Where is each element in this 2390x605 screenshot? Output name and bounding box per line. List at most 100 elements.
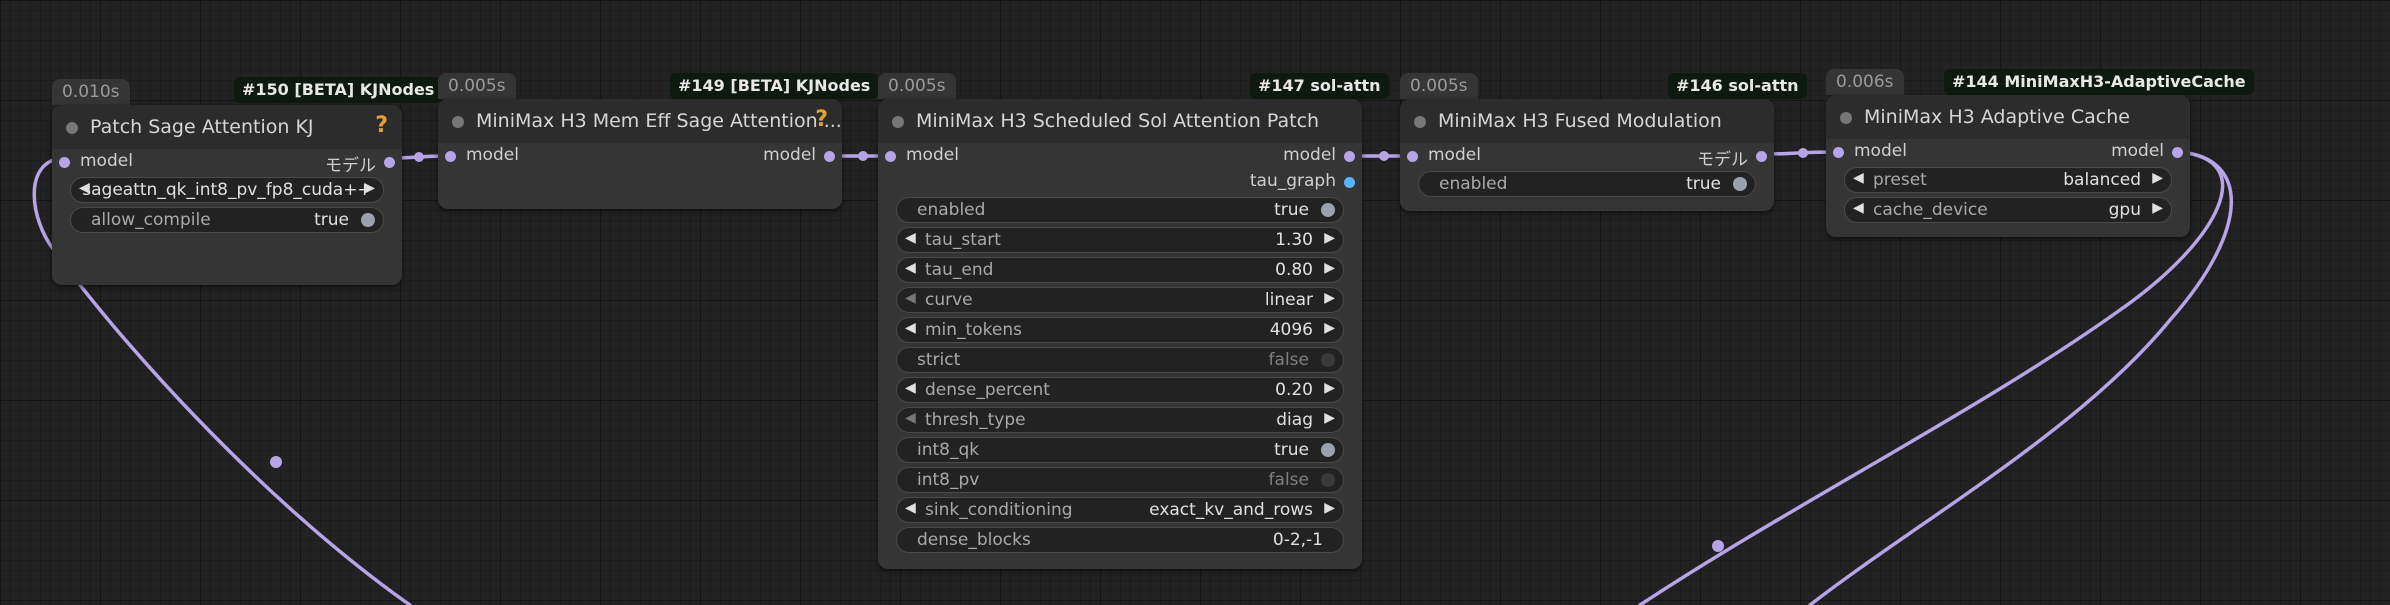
io-row: model モデル — [52, 149, 402, 176]
input-slot-model[interactable] — [885, 151, 896, 162]
widget-value: true — [1274, 440, 1309, 460]
arrow-right-icon[interactable]: ▶ — [1324, 320, 1335, 336]
node-minimax-mem-eff-sage-attention[interactable]: MiniMax H3 Mem Eff Sage Attention ... ? … — [438, 99, 842, 209]
node-patch-sage-attention-kj[interactable]: Patch Sage Attention KJ ? model モデル ◀ sa… — [52, 105, 402, 285]
output-slot-model[interactable] — [384, 157, 395, 168]
output-slot-tau-graph[interactable] — [1344, 177, 1355, 188]
widget-value: false — [1268, 470, 1309, 490]
arrow-left-icon[interactable]: ◀ — [1853, 170, 1864, 186]
tau-end-number[interactable]: ◀ tau_end 0.80 ▶ — [896, 257, 1344, 283]
input-label: model — [466, 145, 519, 165]
curve-combo[interactable]: ◀ curve linear ▶ — [896, 287, 1344, 313]
node-id-badge: #150 [BETA] KJNodes — [234, 77, 443, 103]
sink-conditioning-combo[interactable]: ◀ sink_conditioning exact_kv_and_rows ▶ — [896, 497, 1344, 523]
toggle-knob[interactable] — [1321, 473, 1335, 487]
toggle-knob[interactable] — [361, 213, 375, 227]
arrow-right-icon[interactable]: ▶ — [2152, 170, 2163, 186]
strict-toggle[interactable]: strict false — [896, 347, 1344, 373]
sage-attention-mode-combo[interactable]: ◀ sageattn_qk_int8_pv_fp8_cuda++ ▶ — [70, 177, 384, 203]
thresh-type-combo[interactable]: ◀ thresh_type diag ▶ — [896, 407, 1344, 433]
widget-value: 0-2,-1 — [1272, 530, 1323, 550]
dense-blocks-text[interactable]: dense_blocks 0-2,-1 — [896, 527, 1344, 553]
widget-label: preset — [1873, 170, 1927, 190]
arrow-right-icon[interactable]: ▶ — [1324, 500, 1335, 516]
arrow-left-icon[interactable]: ◀ — [905, 380, 916, 396]
collapse-dot-icon[interactable] — [66, 122, 78, 134]
toggle-knob[interactable] — [1321, 203, 1335, 217]
widget-label: dense_percent — [925, 380, 1050, 400]
arrow-right-icon[interactable]: ▶ — [1324, 230, 1335, 246]
node-title[interactable]: Patch Sage Attention KJ — [90, 116, 314, 138]
arrow-left-icon[interactable]: ◀ — [905, 230, 916, 246]
dense-percent-number[interactable]: ◀ dense_percent 0.20 ▶ — [896, 377, 1344, 403]
link-midpoint[interactable] — [270, 456, 282, 468]
node-minimax-fused-modulation[interactable]: MiniMax H3 Fused Modulation model モデル en… — [1400, 99, 1774, 211]
preset-combo[interactable]: ◀ preset balanced ▶ — [1844, 167, 2172, 193]
node-minimax-scheduled-sol-attention-patch[interactable]: MiniMax H3 Scheduled Sol Attention Patch… — [878, 99, 1362, 569]
io-row: model model — [878, 143, 1362, 169]
allow-compile-toggle[interactable]: allow_compile true — [70, 207, 384, 233]
node-id-badge: #144 MiniMaxH3-AdaptiveCache — [1944, 69, 2254, 95]
output-slot-model[interactable] — [1756, 151, 1767, 162]
output-slot-model[interactable] — [824, 151, 835, 162]
link-midpoint[interactable] — [1379, 151, 1389, 161]
node-header[interactable]: MiniMax H3 Mem Eff Sage Attention ... ? — [438, 99, 842, 143]
output-slot-model[interactable] — [2172, 147, 2183, 158]
node-minimax-adaptive-cache[interactable]: MiniMax H3 Adaptive Cache model model ◀ … — [1826, 95, 2190, 237]
input-slot-model[interactable] — [59, 157, 70, 168]
int8-qk-toggle[interactable]: int8_qk true — [896, 437, 1344, 463]
input-slot-model[interactable] — [445, 151, 456, 162]
arrow-right-icon[interactable]: ▶ — [2152, 200, 2163, 216]
arrow-left-icon[interactable]: ◀ — [1853, 200, 1864, 216]
min-tokens-number[interactable]: ◀ min_tokens 4096 ▶ — [896, 317, 1344, 343]
arrow-right-icon[interactable]: ▶ — [1324, 260, 1335, 276]
toggle-knob[interactable] — [1321, 353, 1335, 367]
toggle-knob[interactable] — [1733, 177, 1747, 191]
node-title[interactable]: MiniMax H3 Scheduled Sol Attention Patch — [916, 110, 1319, 132]
arrow-left-icon[interactable]: ◀ — [905, 260, 916, 276]
input-slot-model[interactable] — [1407, 151, 1418, 162]
enabled-toggle[interactable]: enabled true — [896, 197, 1344, 223]
help-icon[interactable]: ? — [815, 107, 828, 132]
arrow-left-icon[interactable]: ◀ — [905, 320, 916, 336]
widget-value: false — [1268, 350, 1309, 370]
node-header[interactable]: MiniMax H3 Fused Modulation — [1400, 99, 1774, 143]
execution-time-badge: 0.005s — [438, 73, 516, 99]
tau-start-number[interactable]: ◀ tau_start 1.30 ▶ — [896, 227, 1344, 253]
widget-label: enabled — [917, 200, 986, 220]
collapse-dot-icon[interactable] — [1414, 116, 1426, 128]
arrow-left-icon[interactable]: ◀ — [905, 290, 916, 306]
collapse-dot-icon[interactable] — [892, 116, 904, 128]
output-label: モデル — [1697, 150, 1748, 170]
link-midpoint[interactable] — [1798, 148, 1808, 158]
int8-pv-toggle[interactable]: int8_pv false — [896, 467, 1344, 493]
link-midpoint[interactable] — [1712, 540, 1724, 552]
node-id-badge: #147 sol-attn — [1250, 73, 1389, 99]
arrow-left-icon[interactable]: ◀ — [905, 410, 916, 426]
help-icon[interactable]: ? — [375, 113, 388, 138]
arrow-left-icon[interactable]: ◀ — [905, 500, 916, 516]
link-midpoint[interactable] — [858, 151, 868, 161]
collapse-dot-icon[interactable] — [1840, 112, 1852, 124]
arrow-right-icon[interactable]: ▶ — [364, 180, 375, 196]
input-slot-model[interactable] — [1833, 147, 1844, 158]
collapse-dot-icon[interactable] — [452, 116, 464, 128]
widget-value: 1.30 — [1275, 230, 1313, 250]
enabled-toggle[interactable]: enabled true — [1418, 171, 1756, 197]
io-row: model model — [438, 143, 842, 169]
node-title[interactable]: MiniMax H3 Adaptive Cache — [1864, 106, 2130, 128]
cache-device-combo[interactable]: ◀ cache_device gpu ▶ — [1844, 197, 2172, 223]
link-midpoint[interactable] — [414, 152, 424, 162]
node-header[interactable]: MiniMax H3 Adaptive Cache — [1826, 95, 2190, 139]
arrow-right-icon[interactable]: ▶ — [1324, 410, 1335, 426]
node-title[interactable]: MiniMax H3 Fused Modulation — [1438, 110, 1722, 132]
node-header[interactable]: MiniMax H3 Scheduled Sol Attention Patch — [878, 99, 1362, 143]
output-slot-model[interactable] — [1344, 151, 1355, 162]
node-id-badge: #146 sol-attn — [1668, 73, 1807, 99]
node-title[interactable]: MiniMax H3 Mem Eff Sage Attention ... — [476, 110, 842, 132]
toggle-knob[interactable] — [1321, 443, 1335, 457]
arrow-right-icon[interactable]: ▶ — [1324, 380, 1335, 396]
widget-value: true — [1686, 174, 1721, 194]
arrow-right-icon[interactable]: ▶ — [1324, 290, 1335, 306]
node-header[interactable]: Patch Sage Attention KJ ? — [52, 105, 402, 149]
